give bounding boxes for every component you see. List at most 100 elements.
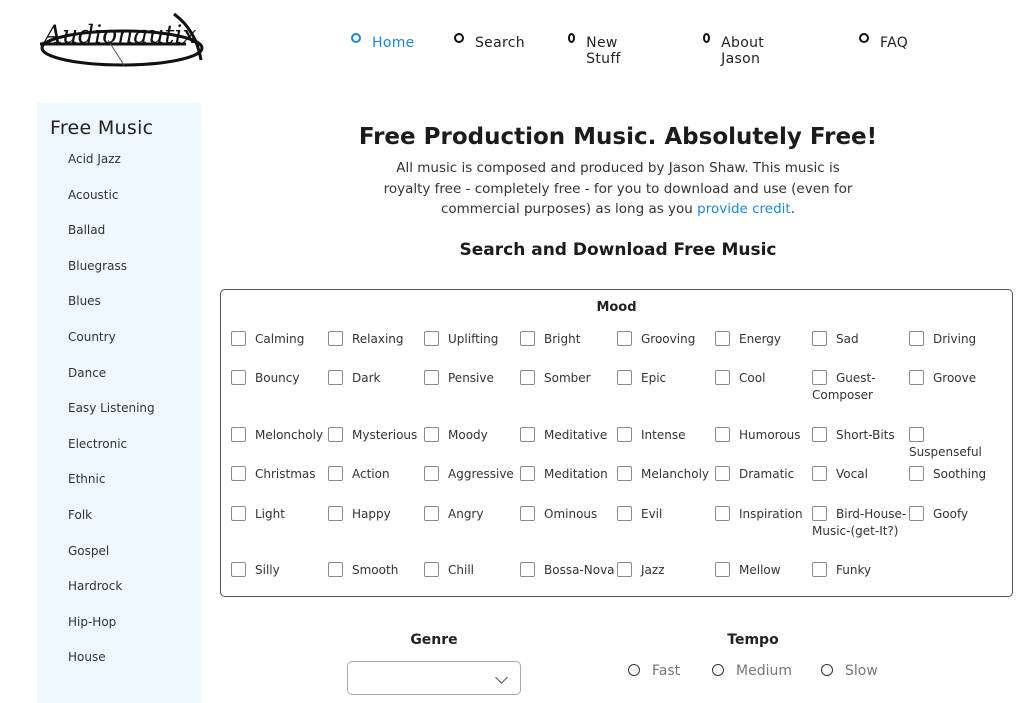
sidebar-item[interactable]: Ballad [68,222,155,258]
mood-checkbox-meditation[interactable]: Meditation [520,466,615,483]
mood-checkbox-epic[interactable]: Epic [617,370,712,387]
mood-label: Sad [836,332,859,346]
checkbox-icon [520,506,535,521]
checkbox-icon [812,427,827,442]
nav-label: Home [372,35,415,51]
mood-checkbox-pensive[interactable]: Pensive [424,370,519,387]
sidebar-item[interactable]: Ethnic [68,471,155,507]
mood-label: Epic [641,371,667,385]
mood-checkbox-driving[interactable]: Driving [909,331,1004,348]
checkbox-icon [328,370,343,385]
nav-faq[interactable]: FAQ [859,30,908,51]
mood-checkbox-bright[interactable]: Bright [520,331,615,348]
mood-checkbox-dark[interactable]: Dark [328,370,423,387]
sidebar-item[interactable]: Country [68,329,155,365]
mood-checkbox-cool[interactable]: Cool [715,370,810,387]
sidebar-item[interactable]: Acoustic [68,187,155,223]
mood-checkbox-silly[interactable]: Silly [231,562,326,579]
mood-checkbox-meloncholy[interactable]: Meloncholy [231,427,326,444]
checkbox-icon [715,466,730,481]
mood-label: Groove [933,371,977,385]
mood-checkbox-angry[interactable]: Angry [424,506,519,523]
tempo-label: Tempo [727,632,779,648]
sidebar-item[interactable]: Electronic [68,436,155,472]
mood-checkbox-bossa-nova[interactable]: Bossa-Nova [520,562,615,579]
mood-checkbox-energy[interactable]: Energy [715,331,810,348]
checkbox-icon [231,562,246,577]
mood-checkbox-ominous[interactable]: Ominous [520,506,615,523]
mood-checkbox-suspenseful[interactable]: Suspenseful [909,427,1004,461]
sidebar-item[interactable]: Acid Jazz [68,151,155,187]
mood-checkbox-smooth[interactable]: Smooth [328,562,423,579]
mood-checkbox-chill[interactable]: Chill [424,562,519,579]
mood-checkbox-intense[interactable]: Intense [617,427,712,444]
checkbox-icon [715,331,730,346]
mood-checkbox-action[interactable]: Action [328,466,423,483]
mood-checkbox-groove[interactable]: Groove [909,370,1004,387]
mood-checkbox-light[interactable]: Light [231,506,326,523]
sidebar-item[interactable]: House [68,649,155,685]
mood-label: Chill [448,563,474,577]
nav-home[interactable]: Home [351,30,415,51]
search-heading: Search and Download Free Music [459,240,777,260]
mood-checkbox-funky[interactable]: Funky [812,562,907,579]
mood-checkbox-uplifting[interactable]: Uplifting [424,331,519,348]
nav-about-jason[interactable]: About Jason [703,30,767,67]
main-content: Free Production Music. Absolutely Free! … [220,120,1016,260]
checkbox-icon [328,427,343,442]
sidebar-item[interactable]: Hardrock [68,578,155,614]
nav-new-stuff[interactable]: New Stuff [568,30,624,67]
provide-credit-link[interactable]: provide credit [697,201,791,217]
mood-checkbox-christmas[interactable]: Christmas [231,466,326,483]
mood-checkbox-calming[interactable]: Calming [231,331,326,348]
nav-bullet-icon [568,33,576,43]
sidebar-item[interactable]: Gospel [68,543,155,579]
mood-label: Intense [641,428,686,442]
mood-checkbox-mysterious[interactable]: Mysterious [328,427,423,444]
mood-checkbox-vocal[interactable]: Vocal [812,466,907,483]
mood-checkbox-goofy[interactable]: Goofy [909,506,1004,523]
radio-icon [821,664,833,676]
mood-checkbox-moody[interactable]: Moody [424,427,519,444]
mood-checkbox-inspiration[interactable]: Inspiration [715,506,810,523]
nav-search[interactable]: Search [454,30,525,51]
sidebar-item[interactable]: Bluegrass [68,258,155,294]
mood-label: Meditation [544,467,608,481]
mood-label: Soothing [933,467,987,481]
mood-checkbox-happy[interactable]: Happy [328,506,423,523]
mood-checkbox-meditative[interactable]: Meditative [520,427,615,444]
mood-label: Silly [255,563,280,577]
mood-checkbox-relaxing[interactable]: Relaxing [328,331,423,348]
checkbox-icon [715,506,730,521]
mood-label: Melancholy [641,467,710,481]
mood-label: Christmas [255,467,316,481]
mood-checkbox-jazz[interactable]: Jazz [617,562,712,579]
mood-checkbox-evil[interactable]: Evil [617,506,712,523]
mood-checkbox-sad[interactable]: Sad [812,331,907,348]
audionautix-logo[interactable]: Audionautix [36,10,204,70]
mood-checkbox-guest-composer[interactable]: Guest-Composer [812,370,907,404]
mood-checkbox-melancholy[interactable]: Melancholy [617,466,712,483]
sidebar-item[interactable]: Hip-Hop [68,614,155,650]
mood-checkbox-grooving[interactable]: Grooving [617,331,712,348]
genre-select[interactable] [347,661,521,695]
sidebar-item[interactable]: Blues [68,293,155,329]
checkbox-icon [812,370,827,385]
mood-checkbox-soothing[interactable]: Soothing [909,466,1004,483]
sidebar-item[interactable]: Folk [68,507,155,543]
tempo-slow-radio[interactable]: Slow [821,663,878,679]
mood-checkbox-humorous[interactable]: Humorous [715,427,810,444]
mood-checkbox-bouncy[interactable]: Bouncy [231,370,326,387]
nav-bullet-icon [454,33,464,43]
tempo-medium-radio[interactable]: Medium [712,663,792,679]
mood-checkbox-aggressive[interactable]: Aggressive [424,466,519,483]
mood-checkbox-mellow[interactable]: Mellow [715,562,810,579]
mood-checkbox-somber[interactable]: Somber [520,370,615,387]
mood-label: Happy [352,507,391,521]
mood-checkbox-short-bits[interactable]: Short-Bits [812,427,907,444]
sidebar-item[interactable]: Dance [68,365,155,401]
mood-checkbox-dramatic[interactable]: Dramatic [715,466,810,483]
sidebar-item[interactable]: Easy Listening [68,400,155,436]
mood-checkbox-bird-house-music-get-it[interactable]: Bird-House-Music-(get-It?) [812,506,907,540]
tempo-fast-radio[interactable]: Fast [628,663,680,679]
